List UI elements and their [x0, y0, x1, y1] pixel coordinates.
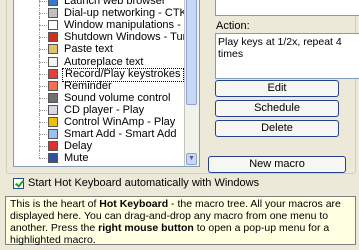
help-text-1: This is the heart of [10, 198, 100, 210]
smart-add-icon [48, 129, 58, 140]
delete-button-label: Delete [261, 122, 293, 134]
clipboard-icon [48, 44, 58, 55]
tree-item-label: Mute [64, 152, 89, 165]
cd-icon [48, 104, 58, 115]
help-bold-mouse: right mouse button [98, 222, 194, 234]
tree-item[interactable]: Mute [14, 150, 184, 165]
schedule-button[interactable]: Schedule [215, 100, 339, 117]
speaker-icon [48, 92, 58, 103]
tree-scrollbar[interactable]: ▼ [184, 0, 199, 166]
mute-icon [48, 153, 58, 164]
winamp-icon [48, 117, 58, 127]
edit-button[interactable]: Edit [215, 80, 339, 97]
autostart-checkbox[interactable] [13, 177, 24, 189]
tree-item-label: Launch web browser [64, 0, 166, 7]
new-macro-button[interactable]: New macro [208, 156, 346, 173]
tree-item-label: Shutdown Windows - Turn off the [64, 31, 199, 44]
tree-item-label: CD player - Play [64, 103, 145, 116]
schedule-button-label: Schedule [254, 102, 300, 114]
tree-item-label: Smart Add - Smart Add [64, 128, 177, 141]
tree-item-label: Autoreplace text [64, 55, 144, 68]
tree-item-label: Window manipulations - Maximize [64, 19, 199, 32]
tree-item-label: Reminder [64, 79, 112, 92]
tree-item-label: Delay [64, 140, 93, 153]
globe-icon [48, 0, 58, 6]
tree-item-label: Sound volume control [64, 91, 171, 104]
network-icon [48, 8, 58, 19]
action-label: Action: [216, 20, 250, 32]
tree-item-label: Control WinAmp - Play [64, 116, 176, 128]
record-icon [48, 68, 58, 79]
tree-item-label: Paste text [64, 43, 113, 56]
help-bold-product: Hot Keyboard [99, 198, 169, 210]
new-macro-button-label: New macro [249, 158, 305, 170]
help-panel: This is the heart of Hot Keyboard - the … [5, 196, 356, 246]
macro-name-field[interactable] [215, 0, 359, 16]
delay-icon [48, 141, 58, 152]
tree-scrollbar-thumb[interactable] [186, 0, 197, 105]
delete-button[interactable]: Delete [215, 120, 339, 137]
tree-item-label: Dial-up networking - CTK [64, 7, 187, 20]
autostart-label: Start Hot Keyboard automatically with Wi… [28, 177, 260, 189]
shutdown-icon [48, 32, 58, 43]
macro-tree[interactable]: Launch web browser Dial-up networking - C… [13, 0, 200, 167]
pen-icon [48, 56, 58, 67]
scroll-down-arrow-icon[interactable]: ▼ [186, 153, 197, 165]
edit-button-label: Edit [267, 82, 287, 94]
tree-connector [14, 150, 47, 164]
reminder-icon [48, 80, 58, 91]
autostart-option[interactable]: Start Hot Keyboard automatically with Wi… [13, 177, 259, 189]
action-text-box: Play keys at 1/2x, repeat 4 times [215, 33, 359, 79]
window-icon [48, 20, 58, 31]
